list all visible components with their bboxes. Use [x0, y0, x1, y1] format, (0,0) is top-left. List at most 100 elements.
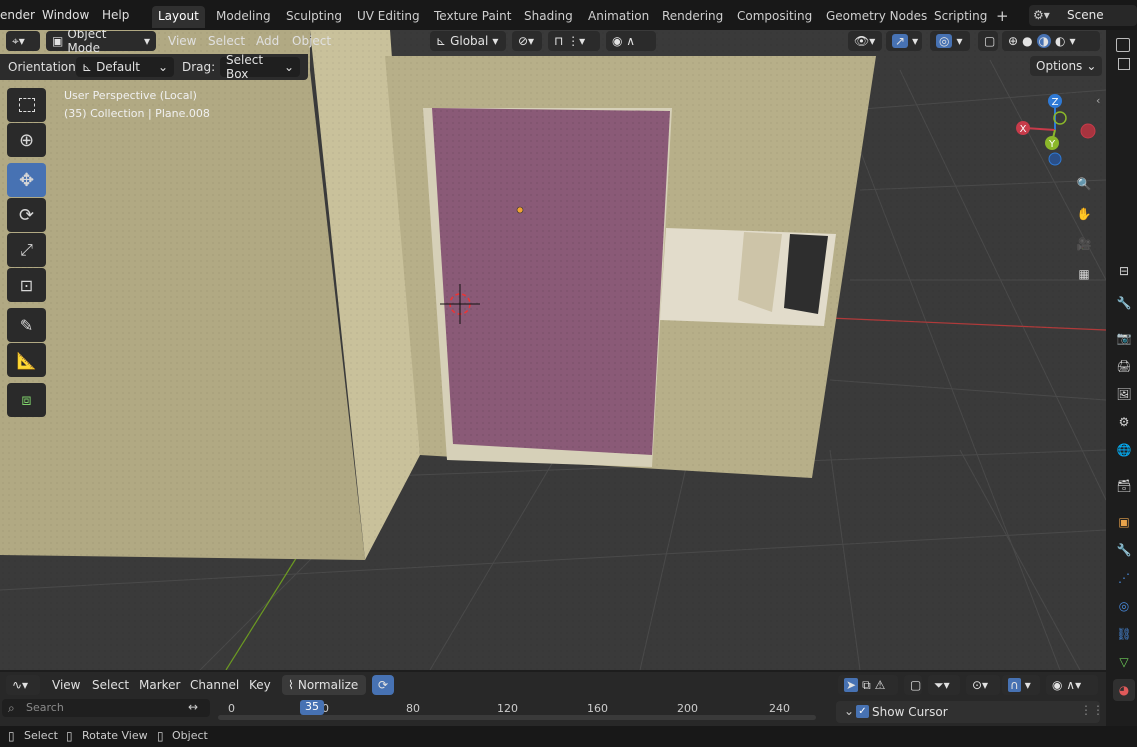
modifier-wrench-icon[interactable]: 🔧	[1113, 539, 1135, 561]
tab-sculpting[interactable]: Sculpting	[280, 6, 348, 28]
perspective-toggle-button[interactable]: ▦	[1071, 261, 1097, 287]
tab-compositing[interactable]: Compositing	[731, 6, 818, 28]
chevron-down-icon[interactable]: ⌄	[844, 704, 854, 718]
timeline-menu-view[interactable]: View	[52, 678, 80, 692]
material-shading-icon[interactable]: ◑	[1036, 34, 1052, 48]
warning-icon[interactable]: ⚠	[875, 678, 886, 692]
tab-scripting[interactable]: Scripting	[928, 6, 993, 28]
visibility-button[interactable]: 👁▾	[848, 31, 882, 51]
constraints-icon[interactable]: ⛓	[1113, 623, 1135, 645]
menu-object[interactable]: Object	[292, 34, 331, 48]
options-dropdown[interactable]: Options ⌄	[1030, 56, 1102, 76]
only-selected-toggle[interactable]: ▢	[904, 675, 922, 695]
editor-type-button[interactable]: ⌖▾	[6, 31, 40, 51]
annotate-tool[interactable]: ✎	[7, 308, 46, 342]
show-cursor-checkbox[interactable]: ✓	[856, 705, 869, 718]
menu-window[interactable]: Window	[42, 8, 89, 22]
snap-button[interactable]: ∩ ▾	[1002, 675, 1040, 695]
scale-tool[interactable]: ⤢	[7, 233, 46, 267]
output-properties-icon[interactable]: 🖨	[1113, 355, 1135, 377]
select-box-tool[interactable]	[7, 88, 46, 122]
pivot-button[interactable]: ⊙▾	[966, 675, 1000, 695]
rotate-tool[interactable]: ⟳	[7, 198, 46, 232]
mode-selector[interactable]: ▣ Object Mode ▾	[46, 30, 156, 55]
timeline-menu-select[interactable]: Select	[92, 678, 129, 692]
drag-dropdown[interactable]: Select Box ⌄	[220, 53, 300, 81]
pan-button[interactable]: ✋	[1071, 201, 1097, 227]
select-arrow-icon[interactable]: ➤	[844, 678, 859, 692]
pivot-point-button[interactable]: ⊘▾	[512, 31, 542, 51]
material-properties-icon[interactable]: ◕	[1113, 679, 1135, 701]
tick-label: 200	[677, 702, 698, 715]
proportional-button[interactable]: ◉ ∧▾	[1046, 675, 1098, 695]
object-data-icon[interactable]: ▽	[1113, 651, 1135, 673]
tab-geometry-nodes[interactable]: Geometry Nodes	[820, 6, 933, 28]
timeline-scrollbar[interactable]	[218, 715, 816, 720]
tab-layout[interactable]: Layout	[152, 6, 205, 28]
render-properties-icon[interactable]: 📷	[1113, 327, 1135, 349]
tab-texture-paint[interactable]: Texture Paint	[428, 6, 517, 28]
add-workspace-button[interactable]: +	[990, 4, 1015, 26]
physics-icon[interactable]: ◎	[1113, 595, 1135, 617]
particles-icon[interactable]: ⋰	[1113, 567, 1135, 589]
tab-rendering[interactable]: Rendering	[656, 6, 729, 28]
sync-toggle[interactable]: ⟳	[372, 675, 394, 695]
wireframe-shading-icon[interactable]: ⊕	[1008, 34, 1018, 48]
zoom-button[interactable]: 🔍	[1071, 171, 1097, 197]
drag-handle-icon[interactable]: ⋮⋮	[1080, 703, 1104, 717]
timeline-editor-type[interactable]: ∿▾	[6, 675, 40, 695]
overlay-toggle[interactable]: ◎ ▾	[930, 31, 970, 51]
normalize-toggle[interactable]: ⌇ Normalize	[282, 675, 366, 695]
tab-modeling[interactable]: Modeling	[210, 6, 277, 28]
search-input[interactable]: Search	[26, 701, 64, 714]
move-tool[interactable]: ✥	[7, 163, 46, 197]
snapping-button[interactable]: ⊓ ⋮▾	[548, 31, 600, 51]
tool-properties-icon[interactable]: 🔧	[1113, 292, 1135, 314]
cursor-tool[interactable]: ⊕	[7, 123, 46, 157]
sidebar-toggle-icon[interactable]: ‹	[1096, 94, 1100, 107]
tab-uv-editing[interactable]: UV Editing	[351, 6, 426, 28]
outliner-icon[interactable]	[1116, 38, 1130, 52]
timeline-menu-marker[interactable]: Marker	[139, 678, 180, 692]
object-properties-icon[interactable]: ▣	[1113, 511, 1135, 533]
tab-shading[interactable]: Shading	[518, 6, 579, 28]
select-modes[interactable]: ➤ ⧉ ⚠	[838, 675, 898, 695]
timeline-menu-key[interactable]: Key	[249, 678, 271, 692]
navigation-gizmo[interactable]: Z X Y	[1005, 90, 1105, 170]
filter-button[interactable]: ⏷▾	[928, 675, 960, 695]
scene-properties-icon[interactable]: ⚙	[1113, 411, 1135, 433]
timeline-menu-channel[interactable]: Channel	[190, 678, 239, 692]
box-select-icon[interactable]: ⧉	[862, 678, 871, 693]
camera-view-button[interactable]: 🎥	[1071, 231, 1097, 257]
measure-tool[interactable]: 📐	[7, 343, 46, 377]
collection-properties-icon[interactable]: 🗃	[1113, 475, 1135, 497]
pivot-icon: ⊙▾	[972, 678, 989, 692]
menu-blender[interactable]: ender	[0, 8, 35, 22]
timeline-search[interactable]: ⌕ Search ↔	[2, 699, 210, 717]
rendered-shading-icon[interactable]: ◐	[1055, 34, 1065, 48]
menu-help[interactable]: Help	[102, 8, 129, 22]
swap-icon[interactable]: ↔	[188, 700, 198, 714]
shading-modes[interactable]: ⊕ ● ◑ ◐ ▾	[1002, 31, 1100, 51]
transform-orientation-selector[interactable]: ⊾ Global ▾	[430, 31, 506, 51]
solid-shading-icon[interactable]: ●	[1022, 34, 1032, 48]
transform-tool[interactable]: ⊡	[7, 268, 46, 302]
menu-add[interactable]: Add	[256, 34, 279, 48]
orientation-label: Global	[450, 34, 489, 48]
menu-view[interactable]: View	[168, 34, 196, 48]
orientation-dropdown[interactable]: ⊾ Default ⌄	[76, 57, 174, 77]
gizmo-toggle[interactable]: ↗ ▾	[886, 31, 922, 51]
add-cube-tool[interactable]: ⧈	[7, 383, 46, 417]
current-frame-indicator[interactable]: 35	[300, 700, 324, 715]
world-properties-icon[interactable]: 🌐	[1113, 439, 1135, 461]
proportional-editing-button[interactable]: ◉ ∧	[606, 31, 656, 51]
properties-toggle-icon[interactable]: ⊟	[1113, 260, 1135, 282]
menu-select[interactable]: Select	[208, 34, 245, 48]
outliner-filter-icon[interactable]	[1118, 58, 1130, 70]
timeline-ruler[interactable]: 0 0 80 120 160 200 240 35	[216, 699, 816, 721]
3d-viewport[interactable]: ⌖▾ ▣ Object Mode ▾ View Select Add Objec…	[0, 30, 1106, 670]
xray-toggle[interactable]: ▢	[978, 31, 998, 51]
view-layer-icon[interactable]: 🖼	[1113, 383, 1135, 405]
tab-animation[interactable]: Animation	[582, 6, 655, 28]
scene-selector[interactable]: ⚙▾ Scene	[1029, 5, 1137, 26]
